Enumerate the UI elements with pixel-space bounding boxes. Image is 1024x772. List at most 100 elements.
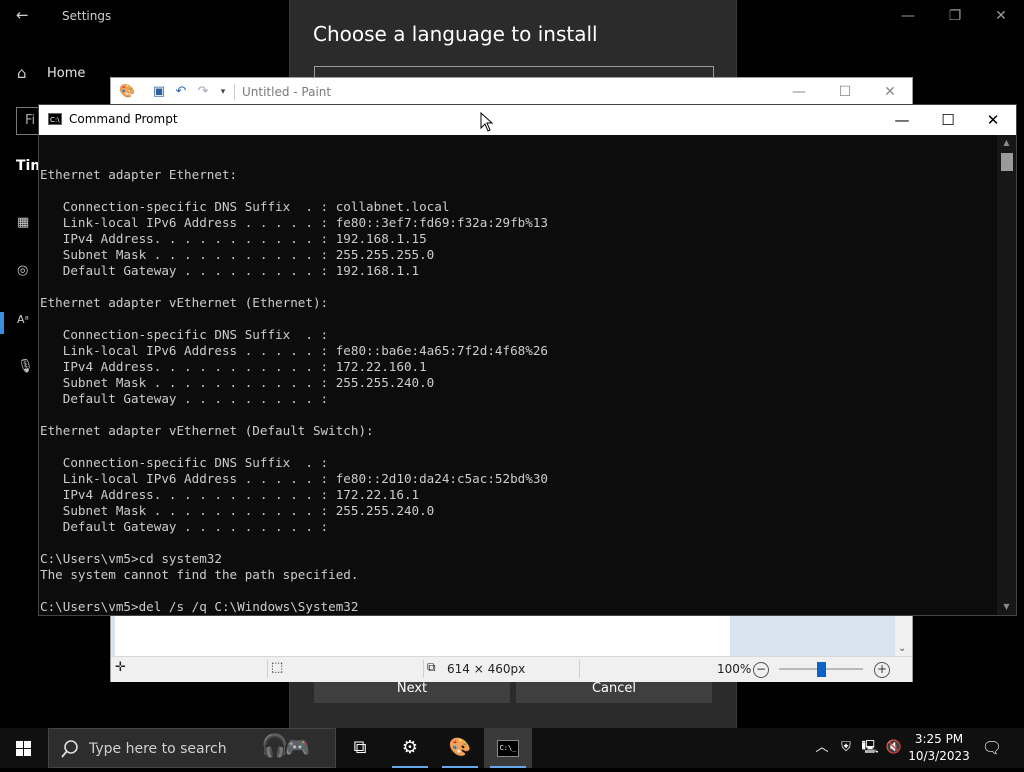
- cmd-close-button[interactable]: ✕: [970, 105, 1016, 135]
- settings-maximize-button[interactable]: ❐: [935, 5, 975, 27]
- console-line: Subnet Mask . . . . . . . . . . . : 255.…: [40, 503, 435, 518]
- taskbar-cmd-app[interactable]: C:\_: [484, 728, 532, 768]
- cursor-position-icon: ✛: [115, 660, 126, 675]
- settings-close-button[interactable]: ✕: [981, 5, 1021, 27]
- calendar-icon[interactable]: ▦: [17, 215, 35, 233]
- settings-minimize-button[interactable]: —: [888, 5, 928, 27]
- home-icon[interactable]: ⌂: [17, 64, 33, 82]
- console-line: Ethernet adapter vEthernet (Ethernet):: [40, 295, 329, 310]
- console-line: Ethernet adapter Ethernet:: [40, 167, 238, 182]
- paint-maximize-button[interactable]: ☐: [822, 81, 868, 103]
- cmd-minimize-button[interactable]: —: [879, 105, 925, 135]
- search-placeholder: Type here to search: [89, 741, 227, 757]
- taskbar: Type here to search 🎧 🎮 ⧉ ⚙ 🎨 C:\_ ︿ ⛨ 🖳…: [0, 728, 1024, 768]
- clock[interactable]: 3:25 PM 10/3/2023: [905, 731, 973, 765]
- redo-icon[interactable]: ↷: [195, 84, 211, 100]
- cmd-maximize-button[interactable]: ☐: [925, 105, 971, 135]
- scroll-down-arrow-icon[interactable]: ▼: [997, 601, 1016, 613]
- console-line: Link-local IPv6 Address . . . . . : fe80…: [40, 471, 548, 486]
- windows-logo-icon: [16, 741, 31, 756]
- mouse-pointer-icon: [480, 112, 494, 132]
- zoom-level: 100%: [717, 662, 752, 676]
- task-view-icon: ⧉: [353, 737, 367, 758]
- customize-toolbar-icon[interactable]: ▾: [215, 84, 231, 100]
- paint-palette-icon: 🎨: [448, 737, 472, 758]
- canvas-size-icon: ⧉: [427, 660, 436, 674]
- selection-size-icon: ⬚: [271, 660, 284, 675]
- console-line: Connection-specific DNS Suffix . :: [40, 327, 329, 342]
- command-prompt-window: C:\ Command Prompt — ☐ ✕ Ethernet adapte…: [38, 104, 1017, 616]
- console-line: Link-local IPv6 Address . . . . . : fe80…: [40, 343, 548, 358]
- back-arrow-icon[interactable]: ←: [16, 6, 29, 24]
- console-line: Subnet Mask . . . . . . . . . . . : 255.…: [40, 247, 435, 262]
- zoom-out-button[interactable]: −: [753, 662, 769, 678]
- language-icon[interactable]: Aᵃ: [17, 313, 35, 331]
- action-center-icon[interactable]: 🗨: [980, 728, 1004, 768]
- taskbar-settings-app[interactable]: ⚙: [386, 728, 434, 768]
- title-separator: [234, 84, 235, 100]
- scroll-down-arrow-icon[interactable]: ⌄: [898, 643, 906, 654]
- command-prompt-icon[interactable]: C:\: [48, 113, 62, 125]
- console-line: IPv4 Address. . . . . . . . . . . : 192.…: [40, 231, 427, 246]
- speaker-muted-icon[interactable]: 🔇: [884, 728, 904, 768]
- clock-time: 3:25 PM: [914, 732, 964, 746]
- cmd-title: Command Prompt: [69, 112, 178, 126]
- command-prompt-icon: C:\_: [497, 739, 519, 757]
- zoom-in-button[interactable]: +: [874, 662, 890, 678]
- console-line: Link-local IPv6 Address . . . . . : fe80…: [40, 215, 548, 230]
- microphone-icon[interactable]: 🎙: [17, 359, 35, 377]
- cmd-scrollbar-thumb[interactable]: [1001, 153, 1013, 171]
- cmd-title-bar[interactable]: C:\ Command Prompt — ☐ ✕: [39, 105, 1016, 135]
- taskbar-paint-app[interactable]: 🎨: [436, 728, 484, 768]
- status-separator: [579, 660, 580, 678]
- paint-title: Untitled - Paint: [242, 85, 332, 99]
- zoom-slider-thumb[interactable]: [817, 662, 826, 677]
- scroll-up-arrow-icon[interactable]: ▲: [997, 137, 1016, 149]
- globe-icon[interactable]: ◎: [17, 263, 35, 281]
- paint-app-icon[interactable]: 🎨: [119, 84, 135, 100]
- console-line: The system cannot find the path specifie…: [40, 567, 359, 582]
- console-line: Default Gateway . . . . . . . . . :: [40, 519, 329, 534]
- home-nav-item[interactable]: Home: [47, 66, 85, 81]
- paint-close-button[interactable]: ✕: [867, 81, 913, 103]
- console-line: C:\Users\vm5>del /s /q C:\Windows\System…: [40, 599, 359, 614]
- save-icon[interactable]: ▣: [151, 84, 167, 100]
- find-setting-placeholder: Fi: [25, 113, 36, 128]
- paint-minimize-button[interactable]: —: [776, 81, 822, 103]
- chevron-up-icon[interactable]: ︿: [812, 728, 832, 768]
- task-view-button[interactable]: ⧉: [336, 728, 384, 768]
- game-controller-icon[interactable]: 🎮: [285, 735, 310, 759]
- console-line: Ethernet adapter vEthernet (Default Swit…: [40, 423, 374, 438]
- cmd-vertical-scrollbar[interactable]: [997, 135, 1016, 615]
- security-icon[interactable]: ⛨: [836, 728, 856, 768]
- paint-title-bar: 🎨 ▣ ↶ ↷ ▾ Untitled - Paint — ☐ ✕: [111, 78, 912, 106]
- taskbar-search-box[interactable]: Type here to search 🎧 🎮: [48, 728, 336, 768]
- canvas-size-text: 614 × 460px: [447, 662, 526, 676]
- undo-icon[interactable]: ↶: [173, 84, 189, 100]
- console-line: IPv4 Address. . . . . . . . . . . : 172.…: [40, 359, 427, 374]
- start-button[interactable]: [0, 728, 48, 768]
- console-line: C:\Users\vm5>cd system32: [40, 551, 222, 566]
- status-separator: [423, 660, 424, 678]
- gear-icon: ⚙: [401, 737, 419, 758]
- selected-nav-indicator: [0, 312, 4, 334]
- console-output[interactable]: Ethernet adapter Ethernet: Connection-sp…: [39, 135, 998, 615]
- console-line: Connection-specific DNS Suffix . : colla…: [40, 199, 450, 214]
- console-line: Subnet Mask . . . . . . . . . . . : 255.…: [40, 375, 435, 390]
- clock-date: 10/3/2023: [908, 749, 970, 763]
- network-icon[interactable]: 🖳: [860, 728, 880, 768]
- settings-title: Settings: [62, 9, 112, 23]
- dialog-heading: Choose a language to install: [313, 22, 598, 46]
- console-line: IPv4 Address. . . . . . . . . . . : 172.…: [40, 487, 420, 502]
- console-line: Connection-specific DNS Suffix . :: [40, 455, 329, 470]
- console-line: Default Gateway . . . . . . . . . : 192.…: [40, 263, 420, 278]
- paint-status-bar: ✛ ⬚ ⧉ 614 × 460px 100% − +: [111, 656, 912, 682]
